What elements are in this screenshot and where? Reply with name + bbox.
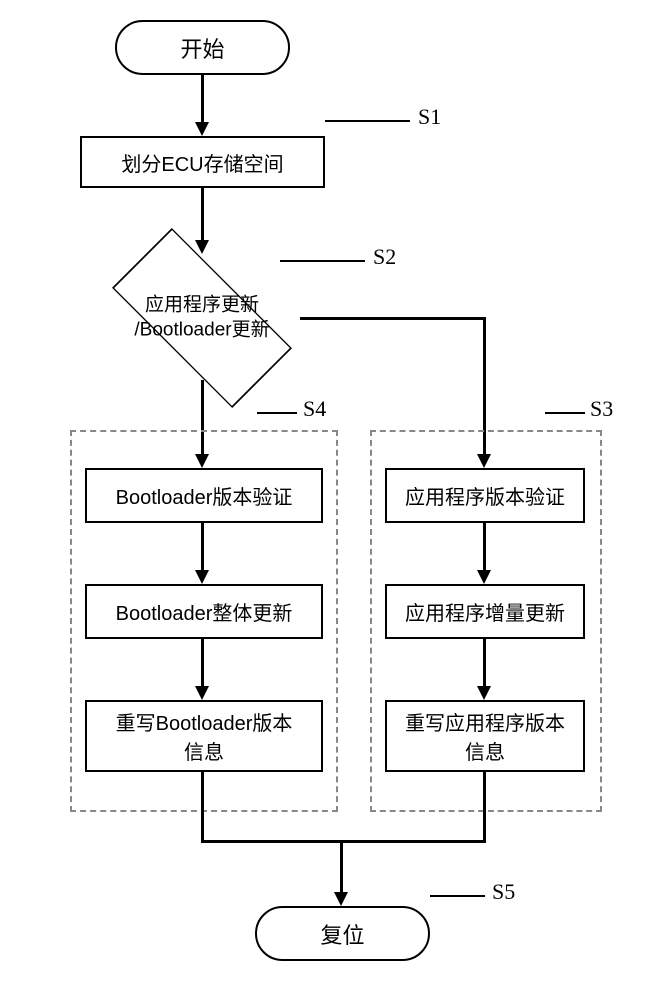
arrow-head — [334, 892, 348, 906]
connector-line — [325, 120, 410, 122]
s3-3-line1: 重写应用程序版本 — [405, 707, 565, 736]
s2-decision: 应用程序更新 /Bootloader更新 — [102, 253, 302, 383]
connector-line — [257, 412, 297, 414]
s2-text: 应用程序更新 /Bootloader更新 — [112, 293, 292, 342]
s4-3-line2: 信息 — [184, 736, 224, 765]
arrow-line — [201, 639, 204, 689]
s4-2-process: Bootloader整体更新 — [85, 584, 323, 639]
s2-line2: /Bootloader更新 — [112, 318, 292, 343]
s5-step-label: S5 — [492, 879, 515, 905]
arrow-line — [300, 317, 485, 320]
s4-3-line1: 重写Bootloader版本 — [116, 707, 293, 736]
s3-2-label: 应用程序增量更新 — [405, 597, 565, 626]
s3-step-label: S3 — [590, 396, 613, 422]
s4-3-process: 重写Bootloader版本 信息 — [85, 700, 323, 772]
s1-process: 划分ECU存储空间 — [80, 136, 325, 188]
s3-1-label: 应用程序版本验证 — [405, 481, 565, 510]
arrow-head — [477, 686, 491, 700]
connector-line — [280, 260, 365, 262]
arrow-line — [483, 523, 486, 573]
s4-1-process: Bootloader版本验证 — [85, 468, 323, 523]
s3-2-process: 应用程序增量更新 — [385, 584, 585, 639]
s2-line1: 应用程序更新 — [112, 293, 292, 318]
arrow-line — [483, 772, 486, 842]
s5-terminal: 复位 — [255, 906, 430, 961]
s1-label: 划分ECU存储空间 — [121, 148, 283, 177]
arrow-line — [201, 772, 204, 842]
s5-label: 复位 — [320, 918, 364, 950]
start-terminal: 开始 — [115, 20, 290, 75]
arrow-head — [195, 686, 209, 700]
arrow-line — [201, 188, 204, 243]
arrow-head — [195, 570, 209, 584]
s1-step-label: S1 — [418, 104, 441, 130]
s3-1-process: 应用程序版本验证 — [385, 468, 585, 523]
s4-2-label: Bootloader整体更新 — [116, 597, 293, 626]
s3-3-process: 重写应用程序版本 信息 — [385, 700, 585, 772]
s4-1-label: Bootloader版本验证 — [116, 481, 293, 510]
arrow-head — [195, 122, 209, 136]
arrow-head — [477, 570, 491, 584]
connector-line — [430, 895, 485, 897]
arrow-line — [201, 75, 204, 125]
start-label: 开始 — [180, 32, 224, 64]
arrow-line — [340, 840, 343, 895]
arrow-line — [483, 639, 486, 689]
s3-3-line2: 信息 — [465, 736, 505, 765]
arrow-head — [195, 240, 209, 254]
arrow-line — [201, 840, 486, 843]
s4-step-label: S4 — [303, 396, 326, 422]
s2-step-label: S2 — [373, 244, 396, 270]
connector-line — [545, 412, 585, 414]
arrow-line — [201, 523, 204, 573]
